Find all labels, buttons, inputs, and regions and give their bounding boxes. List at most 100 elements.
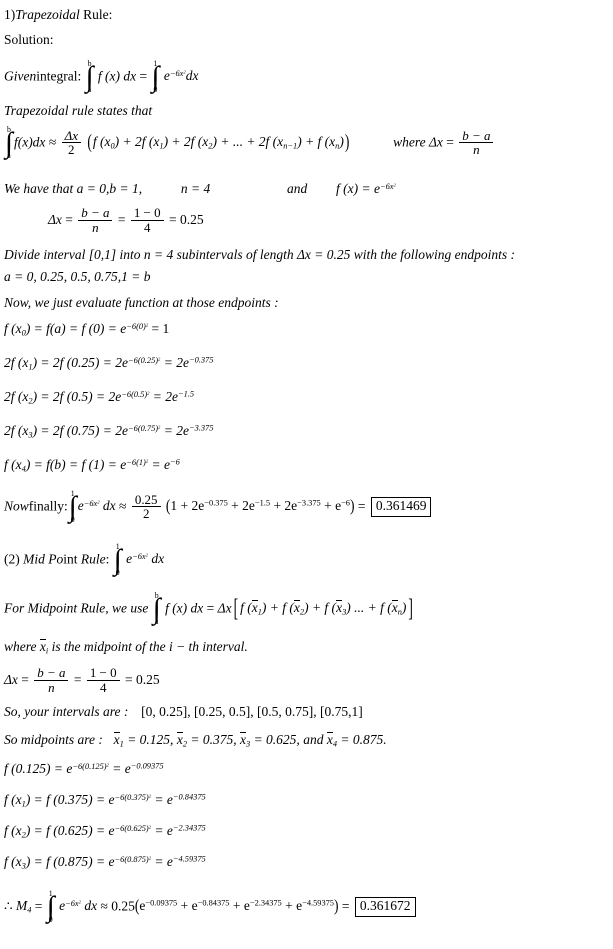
frac-numerator: b − a xyxy=(78,206,113,221)
frac-denominator: 2 xyxy=(68,142,75,158)
approx-sign: ≈ xyxy=(119,498,127,514)
final-sum-terms: 1 + 2e−0.375 + 2e−1.5 + 2e−3.375 + e−6 xyxy=(170,498,350,514)
trapezoid-states-that: Trapezoidal rule states that xyxy=(4,103,153,118)
evaluation-result: = e−6 xyxy=(151,457,180,472)
interval-2: [0.25, 0.5], xyxy=(193,704,254,719)
where-label: where xyxy=(393,134,426,150)
n-value: n = 4 xyxy=(180,181,211,196)
integral-01: 1 ∫ 0 xyxy=(113,542,122,578)
integrand-exp: e−6x2 dx xyxy=(77,498,116,514)
rule-lhs: f(x)dx xyxy=(13,134,46,150)
heading-term-int: int xyxy=(63,551,81,567)
midpoint-bracket-terms: f (x1) + f (x2) + f (x3) ... + f (xn) xyxy=(240,600,407,617)
evaluation-result: = e−4.59375 xyxy=(154,854,206,869)
integral-icon: ∫ xyxy=(46,890,55,923)
frac-numerator: b − a xyxy=(459,128,494,144)
midpoint-value-1: x1 = 0.125, xyxy=(113,732,174,749)
delta-x-result: = 0.25 xyxy=(124,672,160,688)
now-evaluate-text: Now, we just evaluate function at those … xyxy=(4,295,279,310)
integral-01: 1 ∫ 0 xyxy=(46,889,55,925)
heading-colon: : xyxy=(105,551,110,567)
evaluation-f-mid-0625: f (x2) = f (0.625) = e−6(0.625)2 = e−2.3… xyxy=(4,823,206,840)
title-term: Trapezoidal xyxy=(15,7,80,22)
midpoint-delta-x-computation: Δx = b − a n = 1 − 0 4 = 0.25 xyxy=(4,665,160,695)
midpoint-sum-terms: e−0.09375 + e−0.84375 + e−2.34375 + e−4.… xyxy=(139,898,334,914)
frac-denominator: 4 xyxy=(99,679,107,695)
M4-label: M4 xyxy=(15,898,32,915)
integral-01: 1 ∫ 0 xyxy=(68,489,77,525)
delta-x-computation: Δx = b − a n = 1 − 0 4 = 0.25 xyxy=(48,205,204,235)
frac-denominator: n xyxy=(92,219,99,235)
integral-icon: ∫ xyxy=(68,490,77,523)
frac-denominator: n xyxy=(473,142,480,158)
evaluation-f-x0: f (x0) = f(a) = f (0) = e−6(0)2 = 1 xyxy=(4,321,170,338)
midpoint-value-3: x3 = 0.625, xyxy=(240,732,300,749)
midpoint-heading: (2) Mid Point Rule: 1 ∫ 0 e−6x2 dx xyxy=(4,542,165,578)
integral-icon: ∫ xyxy=(152,592,161,625)
integral-ab: b ∫ a xyxy=(5,125,13,161)
midpoint-final-result: ∴ M4 = 1 ∫ 0 e−6x2 dx ≈ 0.25(e−0.09375 +… xyxy=(4,889,416,925)
delta-x-symbol: Δx xyxy=(217,600,232,616)
integral-icon: ∫ xyxy=(151,60,160,93)
a-value: a = 0, xyxy=(76,181,110,196)
given-integral-line: Givenintegral: b ∫ a f (x) dx = 1 ∫ 0 e−… xyxy=(4,58,199,95)
midpoint-answer-box: 0.361672 xyxy=(354,897,416,917)
page-title: 1)Trapezoidal Rule: xyxy=(4,8,112,22)
evaluation-result: = e−2.34375 xyxy=(154,823,206,838)
delta-x-definition: b − a n xyxy=(459,128,494,158)
midpoints-label: So midpoints are : xyxy=(4,732,103,747)
heading-term-1: Mid Po xyxy=(23,551,64,567)
equals-sign: = xyxy=(34,898,43,914)
intervals-label: So, your intervals are : xyxy=(4,704,129,719)
where-label: where xyxy=(4,639,37,654)
integrand-exp: e−6x2 dx xyxy=(126,551,165,567)
integrand-exp: e−6x2dx xyxy=(163,68,199,84)
delta-x-result: = 0.25 xyxy=(168,212,204,228)
document-page: 1)Trapezoidal Rule: Solution: Giveninteg… xyxy=(0,0,613,949)
evaluation-result: = 2e−0.375 xyxy=(163,355,214,370)
ba-over-n: b − a n xyxy=(34,666,69,694)
evaluation-result: = 2e−1.5 xyxy=(152,389,195,404)
given-label: Given xyxy=(4,68,37,84)
frac-numerator: b − a xyxy=(34,666,69,681)
evaluation-f-x1: 2f (x1) = 2f (0.25) = 2e−6(0.25)2 = 2e−0… xyxy=(4,355,214,372)
evaluation-f-mid-0375: f (x1) = f (0.375) = e−6(0.375)2 = e−0.8… xyxy=(4,792,206,809)
finally-label: finally: xyxy=(28,498,68,514)
where-xi-rest: is the midpoint of the i − th interval. xyxy=(51,639,248,654)
integral-ab: b ∫ a xyxy=(152,591,161,627)
heading-term-2: Rule xyxy=(80,551,106,567)
we-have-that-line: We have that a = 0,b = 1, n = 4 and f (x… xyxy=(4,182,396,196)
trapezoid-final-result: Nowfinally: 1 ∫ 0 e−6x2 dx ≈ 0.25 2 (1 +… xyxy=(4,489,432,525)
therefore-icon: ∴ xyxy=(4,898,13,914)
and-label: and xyxy=(286,181,308,196)
title-rest: Rule: xyxy=(79,7,113,22)
title-number: 1) xyxy=(4,7,16,22)
integral-icon: ∫ xyxy=(5,126,13,159)
delta-x-symbol: Δx xyxy=(428,134,443,150)
frac-denominator: 4 xyxy=(143,219,151,235)
midpoint-formula-line: For Midpoint Rule, we use b ∫ a f (x) dx… xyxy=(4,590,413,627)
integrand-fx: f (x) dx xyxy=(165,600,204,616)
midpoints-and-label: and xyxy=(303,732,324,747)
integral-01: 1 ∫ 0 xyxy=(151,59,160,95)
evaluation-f-mid-0125: f (0.125) = e−6(0.125)2 = e−0.09375 xyxy=(4,761,164,776)
delta-x-symbol: Δx xyxy=(48,212,62,228)
one-minus-zero-over-four: 1 − 0 4 xyxy=(86,666,120,695)
evaluation-result: = e−0.09375 xyxy=(112,761,164,776)
integral-ab: b ∫ a xyxy=(86,59,94,95)
one-minus-zero-over-four: 1 − 0 4 xyxy=(130,206,164,235)
delta-over-two: Δx 2 xyxy=(61,128,81,158)
frac-denominator: 2 xyxy=(142,506,150,522)
evaluation-f-x2: 2f (x2) = 2f (0.5) = 2e−6(0.5)2 = 2e−1.5 xyxy=(4,389,195,406)
rule-terms: f (x0) + 2f (x1) + 2f (x2) + ... + 2f (x… xyxy=(92,134,344,151)
midpoint-coefficient: 0.25 xyxy=(111,898,135,914)
delta-x-symbol: Δx xyxy=(4,672,18,688)
integral-icon: ∫ xyxy=(113,543,122,576)
intervals-line: So, your intervals are : [0, 0.25], [0.2… xyxy=(4,705,363,719)
fx-definition: f (x) = e−6x2 xyxy=(335,181,396,196)
approx-sign: ≈ xyxy=(100,898,108,914)
approx-sign: ≈ xyxy=(48,134,57,150)
trapezoid-answer-box: 0.361469 xyxy=(370,497,432,517)
interval-3: [0.5, 0.75], xyxy=(256,704,317,719)
evaluation-f-x4: f (x4) = f(b) = f (1) = e−6(1)2 = e−6 xyxy=(4,457,180,474)
